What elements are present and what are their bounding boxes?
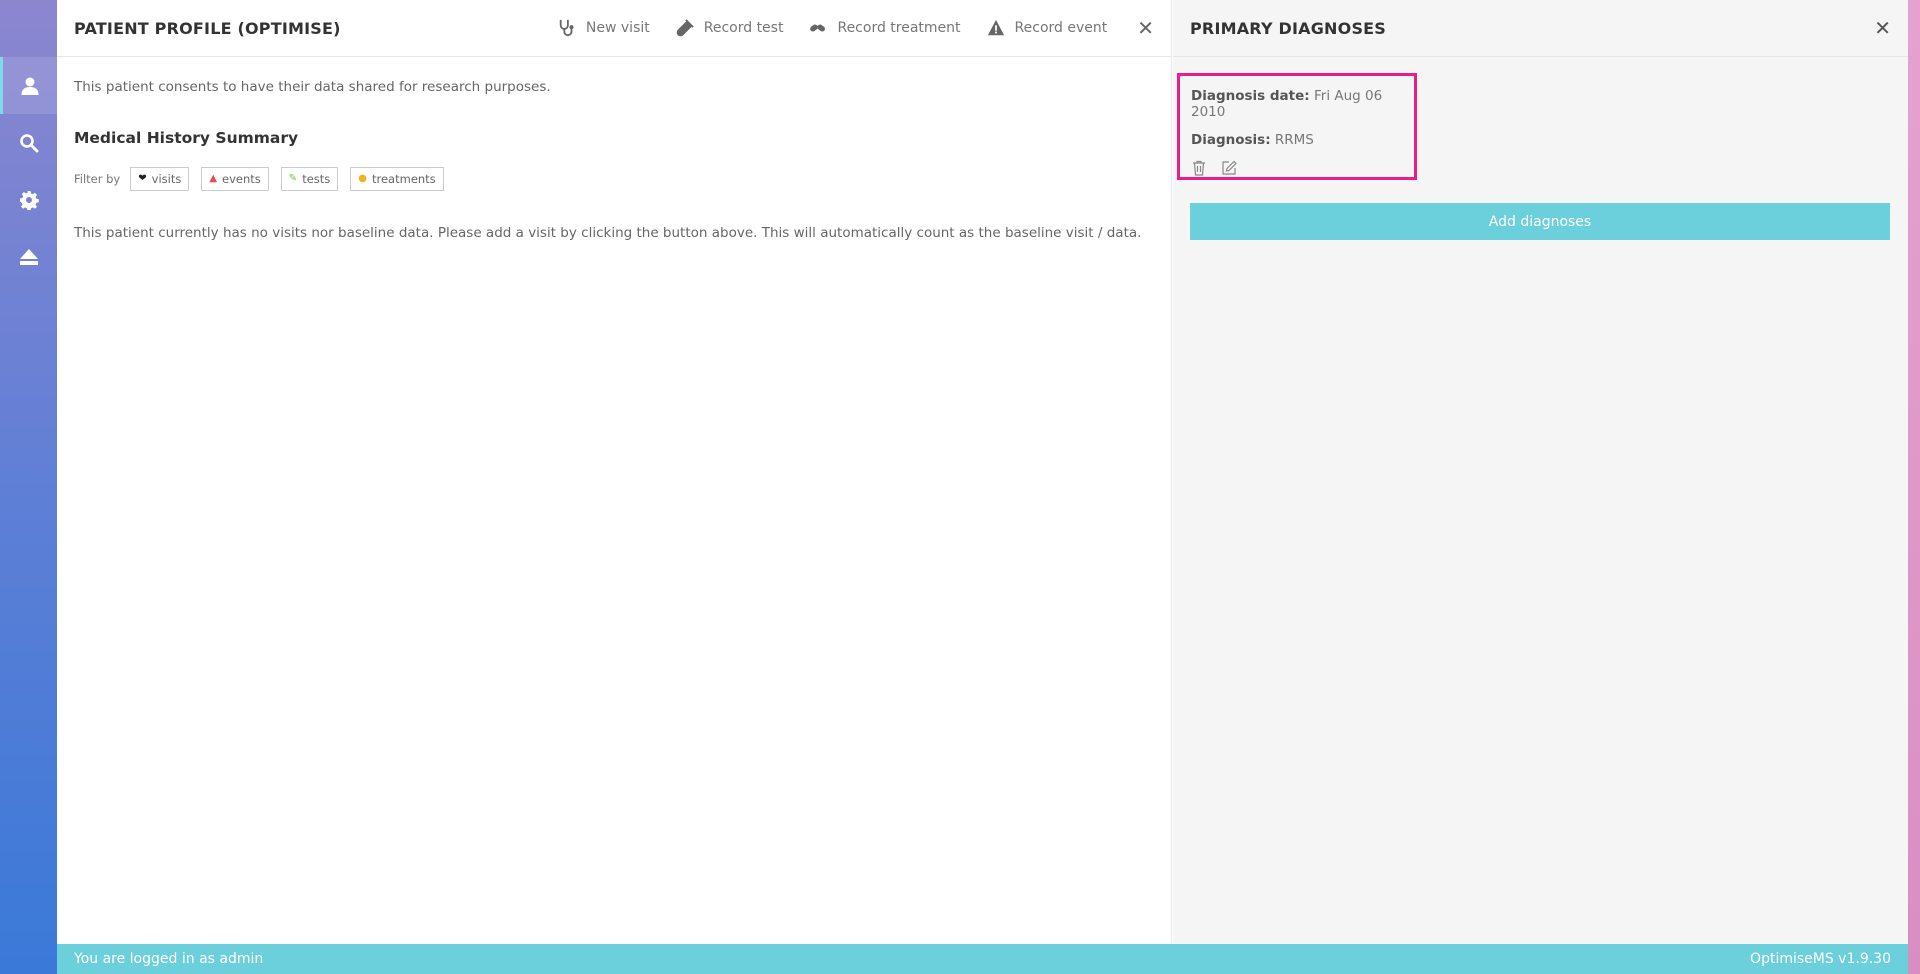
gear-icon [19, 190, 39, 210]
version-label: OptimiseMS v1.9.30 [1750, 951, 1891, 967]
filter-tests[interactable]: ✎ tests [280, 167, 339, 191]
filter-events[interactable]: ▲ events [201, 167, 269, 191]
diagnosis-actions [1191, 160, 1403, 176]
record-treatment-label: Record treatment [837, 20, 961, 36]
record-event-label: Record event [1014, 20, 1108, 36]
filter-label: Filter by [74, 172, 121, 186]
page-title: PATIENT PROFILE (OPTIMISE) [74, 18, 341, 38]
side-header: PRIMARY DIAGNOSES ✕ [1173, 0, 1908, 57]
close-profile-button[interactable]: ✕ [1137, 18, 1154, 38]
search-icon [19, 133, 38, 152]
filter-row: Filter by ❤ visits ▲ events ✎ tests ● tr… [74, 167, 1154, 191]
trash-icon[interactable] [1191, 160, 1207, 176]
filter-events-label: events [222, 172, 261, 186]
main-header: PATIENT PROFILE (OPTIMISE) New visit Rec… [57, 0, 1171, 57]
diagnosis-label: Diagnosis: [1191, 132, 1271, 148]
record-treatment-button[interactable]: Record treatment [809, 19, 961, 37]
consent-text: This patient consents to have their data… [74, 79, 551, 95]
nav-item-search[interactable] [0, 114, 57, 171]
nav-item-patient[interactable] [0, 57, 57, 114]
filter-treatments-label: treatments [372, 172, 436, 186]
record-test-button[interactable]: Record test [676, 19, 784, 37]
add-diagnoses-button[interactable]: Add diagnoses [1190, 203, 1890, 240]
warning-icon: ▲ [209, 173, 218, 184]
heart-icon: ❤ [138, 173, 147, 184]
user-icon [21, 77, 39, 95]
side-title: PRIMARY DIAGNOSES [1190, 18, 1387, 38]
test-icon: ✎ [288, 173, 298, 184]
stethoscope-icon [559, 19, 574, 37]
filter-treatments[interactable]: ● treatments [350, 167, 444, 191]
record-test-label: Record test [703, 20, 784, 36]
edit-icon[interactable] [1221, 160, 1237, 176]
filter-tests-label: tests [302, 172, 331, 186]
diagnosis-card: Diagnosis date: Fri Aug 06 2010 Diagnosi… [1177, 73, 1417, 180]
right-decor-strip [1908, 0, 1920, 974]
no-data-message: This patient currently has no visits nor… [74, 225, 1142, 241]
test-tube-icon [676, 19, 694, 37]
new-visit-label: New visit [585, 20, 650, 36]
primary-diagnoses-panel: PRIMARY DIAGNOSES ✕ Diagnosis date: Fri … [1173, 0, 1908, 944]
section-title: Medical History Summary [74, 129, 299, 147]
diagnosis-value: RRMS [1274, 132, 1314, 148]
diagnosis-row: Diagnosis: RRMS [1191, 132, 1403, 148]
warning-icon [987, 19, 1004, 36]
patient-profile-panel: PATIENT PROFILE (OPTIMISE) New visit Rec… [57, 0, 1172, 944]
filter-visits-label: visits [151, 172, 182, 186]
nav-item-logout[interactable] [0, 228, 57, 285]
close-diagnoses-button[interactable]: ✕ [1874, 16, 1891, 40]
diagnosis-date-row: Diagnosis date: Fri Aug 06 2010 [1191, 88, 1403, 120]
filter-visits[interactable]: ❤ visits [130, 167, 190, 191]
status-footer: You are logged in as admin OptimiseMS v1… [57, 944, 1908, 974]
login-status: You are logged in as admin [74, 951, 264, 967]
nav-item-settings[interactable] [0, 171, 57, 228]
main-body: This patient consents to have their data… [57, 57, 1171, 263]
pill-icon: ● [358, 173, 367, 184]
eject-icon [19, 248, 38, 265]
action-toolbar: New visit Record test Record treatment R… [532, 18, 1154, 38]
diagnosis-date-label: Diagnosis date: [1191, 88, 1310, 104]
pills-icon [810, 24, 826, 32]
left-nav [0, 0, 57, 974]
record-event-button[interactable]: Record event [987, 19, 1108, 37]
new-visit-button[interactable]: New visit [558, 19, 650, 37]
